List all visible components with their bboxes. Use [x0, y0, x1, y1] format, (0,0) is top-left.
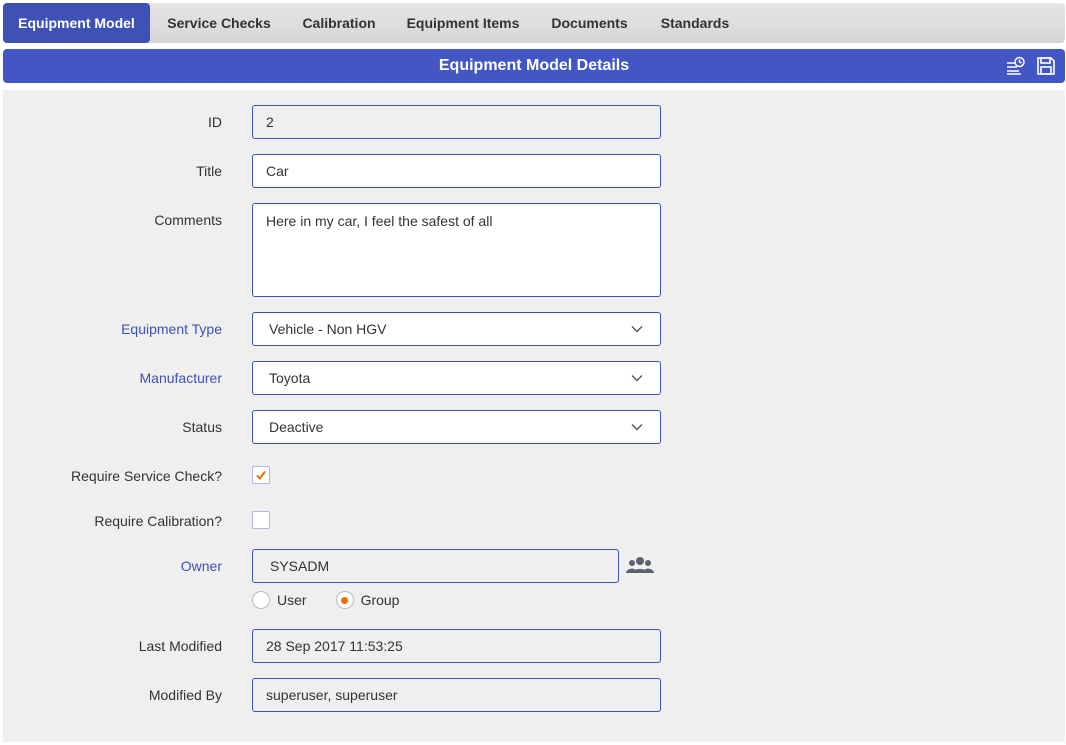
status-label: Status	[182, 419, 222, 435]
equipment-type-select[interactable]: Vehicle - Non HGV	[252, 312, 661, 346]
last-modified-label: Last Modified	[138, 638, 222, 654]
require-service-check-label: Require Service Check?	[71, 468, 222, 484]
owner-type-group[interactable]: Group	[335, 591, 400, 609]
tab-standards[interactable]: Standards	[643, 3, 747, 43]
owner-link[interactable]: Owner	[181, 558, 222, 574]
status-select[interactable]: Deactive	[252, 410, 661, 444]
chevron-down-icon	[631, 326, 643, 333]
chevron-down-icon	[631, 375, 643, 382]
owner-value: SYSADM	[270, 558, 330, 574]
radio-group[interactable]	[335, 591, 354, 609]
title-input[interactable]: Car	[252, 154, 661, 188]
manufacturer-link[interactable]: Manufacturer	[140, 370, 222, 386]
require-calibration-checkbox[interactable]	[252, 511, 270, 529]
tab-documents[interactable]: Documents	[536, 3, 643, 43]
radio-user-label: User	[277, 592, 307, 608]
tab-service-checks[interactable]: Service Checks	[150, 3, 288, 43]
details-header: Equipment Model Details	[3, 49, 1065, 83]
save-icon[interactable]	[1035, 55, 1057, 77]
title-label: Title	[196, 163, 222, 179]
manufacturer-value: Toyota	[269, 370, 311, 386]
last-modified-field: 28 Sep 2017 11:53:25	[252, 629, 661, 663]
owner-field: SYSADM	[252, 549, 619, 583]
tab-bar: Equipment Model Service Checks Calibrati…	[3, 3, 1065, 43]
require-calibration-label: Require Calibration?	[94, 513, 222, 529]
owner-type-user[interactable]: User	[252, 591, 307, 609]
history-list-icon[interactable]	[1005, 55, 1027, 77]
id-value: 2	[266, 114, 274, 130]
modified-by-value: superuser, superuser	[266, 687, 398, 703]
comments-textarea[interactable]: Here in my car, I feel the safest of all	[252, 203, 661, 297]
status-value: Deactive	[269, 419, 324, 435]
chevron-down-icon	[631, 424, 643, 431]
manufacturer-select[interactable]: Toyota	[252, 361, 661, 395]
modified-by-label: Modified By	[148, 687, 222, 703]
select-owner-button[interactable]	[625, 551, 655, 581]
tab-equipment-items[interactable]: Equipment Items	[390, 3, 536, 43]
equipment-type-value: Vehicle - Non HGV	[269, 321, 387, 337]
radio-user[interactable]	[252, 591, 270, 609]
equipment-type-link[interactable]: Equipment Type	[121, 321, 222, 337]
comments-label: Comments	[154, 212, 222, 228]
tab-calibration[interactable]: Calibration	[288, 3, 390, 43]
page-title: Equipment Model Details	[438, 57, 630, 74]
modified-by-field: superuser, superuser	[252, 678, 661, 712]
checkmark-icon	[256, 470, 266, 481]
id-label: ID	[208, 114, 222, 130]
people-group-icon	[626, 557, 654, 573]
owner-type-radio-group: User Group	[252, 591, 421, 609]
radio-group-label: Group	[360, 592, 400, 608]
form-panel: ID 2 Title Car Comments Here in my car, …	[3, 90, 1065, 742]
require-service-check-checkbox[interactable]	[252, 466, 270, 484]
last-modified-value: 28 Sep 2017 11:53:25	[266, 638, 403, 654]
comments-value: Here in my car, I feel the safest of all	[266, 213, 493, 229]
title-value: Car	[266, 163, 289, 179]
tab-equipment-model[interactable]: Equipment Model	[3, 3, 150, 43]
id-field: 2	[252, 105, 661, 139]
